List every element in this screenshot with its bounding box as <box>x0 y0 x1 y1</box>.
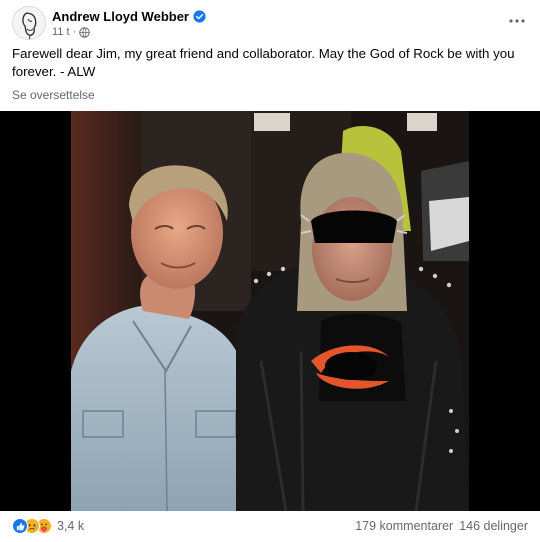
meta-separator: · <box>72 26 77 38</box>
post-photo[interactable] <box>71 111 469 511</box>
shares-count-link[interactable]: 146 delinger <box>459 519 528 533</box>
post-text: Farewell dear Jim, my great friend and c… <box>12 46 515 79</box>
globe-icon[interactable] <box>79 26 90 38</box>
comments-count-link[interactable]: 179 kommentarer <box>355 519 453 533</box>
author-name[interactable]: Andrew Lloyd Webber <box>52 9 189 24</box>
engagement-counts: 179 kommentarer 146 delinger <box>355 519 528 533</box>
facebook-post: Andrew Lloyd Webber 11 t · Farewell dear… <box>0 0 540 542</box>
avatar-sketch-icon <box>13 7 45 39</box>
photo-image <box>71 111 469 511</box>
reaction-count[interactable]: 3,4 k <box>57 519 84 533</box>
reactions-summary[interactable]: 3,4 k <box>12 518 84 534</box>
author-name-link[interactable]: Andrew Lloyd Webber <box>52 9 206 24</box>
more-options-button[interactable] <box>506 12 528 30</box>
author-avatar[interactable] <box>12 6 46 40</box>
like-icon <box>12 518 28 534</box>
post-meta: 11 t · <box>52 26 90 38</box>
more-dots-icon <box>509 19 525 23</box>
post-photo-frame[interactable] <box>0 111 540 511</box>
post-header: Andrew Lloyd Webber 11 t · <box>12 6 528 42</box>
post-timestamp[interactable]: 11 t <box>52 26 70 38</box>
post-footer: 3,4 k 179 kommentarer 146 delinger <box>12 516 528 538</box>
see-translation-link[interactable]: Se oversettelse <box>12 88 95 102</box>
verified-badge-icon <box>193 10 206 23</box>
